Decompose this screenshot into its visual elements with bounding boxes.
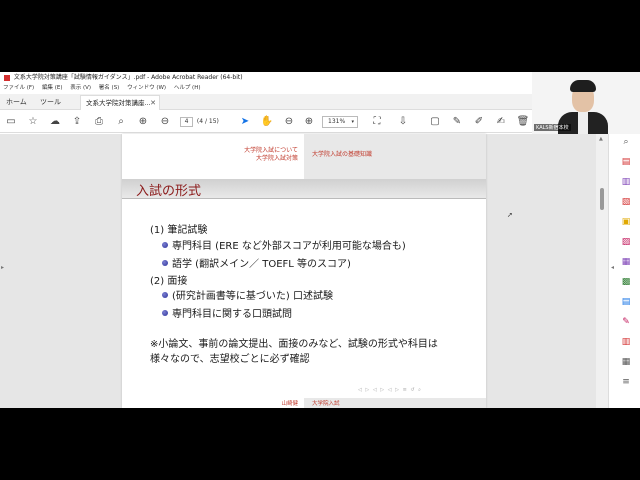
hand-tool-icon[interactable]: ✋ [260, 115, 274, 129]
zoom-select[interactable]: 131% ▾ [322, 116, 358, 128]
delete-icon[interactable]: 🗑 [516, 115, 530, 129]
note-line2: 様々なので、志望校ごとに必ず確認 [150, 354, 310, 365]
bullet-icon [162, 310, 168, 316]
item-language: 語学 (翻訳メイン／ TOEFL 等のスコア) [172, 259, 351, 270]
right-tools-panel: ◂ ⌕ ▤ ▥ ▧ ▣ ▨ ▦ ▩ ▤ ✎ ▥ ▦ ≡ [608, 134, 640, 408]
slide-header-right: 大学院入試の基礎知識 [304, 134, 486, 179]
slide-title: 入試の形式 [136, 184, 202, 199]
page-up-icon[interactable]: ⊕ [136, 115, 150, 129]
mouse-cursor-icon: ➚ [507, 211, 513, 219]
expand-left-icon[interactable]: ▸ [1, 264, 4, 271]
collapse-right-icon[interactable]: ◂ [611, 264, 614, 271]
item-oral-questions: 専門科目に関する口頭試問 [172, 309, 292, 320]
comment-icon[interactable]: ▢ [428, 115, 442, 129]
create-pdf-icon[interactable]: ▤ [620, 156, 632, 168]
menu-bar: ファイル (F) 編集 (E) 表示 (V) 署名 (S) ウィンドウ (W) … [0, 83, 532, 93]
tab-home[interactable]: ホーム [6, 94, 27, 110]
presenter-shirt [578, 112, 588, 134]
bullet-icon [162, 292, 168, 298]
fill-sign-icon[interactable]: ✎ [620, 316, 632, 328]
page-number-input[interactable]: 4 [180, 117, 193, 127]
tab-document-label: 文系大学院対策講座... [86, 99, 151, 107]
window-title-bar: 文系大学院対策講座「試験情報ガイダンス」.pdf - Adobe Acrobat… [0, 72, 532, 83]
scroll-mode-icon[interactable]: ⇩ [396, 115, 410, 129]
bullet-icon [162, 242, 168, 248]
left-panel-toggle[interactable]: ▸ [0, 134, 10, 408]
acrobat-app-icon [4, 74, 10, 81]
zoom-in-icon[interactable]: ⊕ [302, 115, 316, 129]
item-oral-exam: (研究計画書等に基づいた) 口述試験 [172, 291, 333, 302]
menu-help[interactable]: ヘルプ (H) [174, 85, 201, 91]
slide-footer-left: 山崎健 [122, 398, 304, 408]
page-indicator: 4 (4 / 15) [180, 116, 220, 128]
upload-cloud-icon[interactable]: ☁ [48, 115, 62, 129]
video-frame: 文系大学院対策講座「試験情報ガイダンス」.pdf - Adobe Acrobat… [0, 0, 640, 480]
menu-edit[interactable]: 編集 (E) [42, 85, 63, 91]
presenter-hair [570, 80, 596, 92]
webcam-overlay: KALS新宿本校 [532, 72, 640, 134]
slide-footer-right: 大学院入試 [304, 398, 486, 408]
protect-icon[interactable]: ▤ [620, 296, 632, 308]
menu-sign[interactable]: 署名 (S) [99, 85, 120, 91]
more-tools-icon[interactable]: ▦ [620, 356, 632, 368]
export-pdf-icon[interactable]: ▧ [620, 196, 632, 208]
tab-tools[interactable]: ツール [40, 94, 61, 110]
slide-title-bar: 入試の形式 [122, 179, 486, 199]
footer-section: 大学院入試 [312, 401, 340, 407]
header-left-line2: 大学院入試対策 [255, 155, 298, 162]
tab-document[interactable]: 文系大学院対策講座... ✕ [80, 95, 160, 110]
menu-file[interactable]: ファイル (F) [3, 85, 34, 91]
slide-body: (1) 筆記試験 専門科目 (ERE など外部スコアが利用可能な場合も) 語学 … [122, 199, 486, 389]
edit-pdf-icon[interactable]: ▨ [620, 236, 632, 248]
close-tab-icon[interactable]: ✕ [150, 96, 156, 110]
zoom-search-icon[interactable]: ⌕ [620, 136, 632, 148]
zoom-value: 131% [328, 118, 346, 125]
organize-pages-icon[interactable]: ▦ [620, 256, 632, 268]
search-icon[interactable]: ⌕ [114, 115, 128, 129]
item-written-exam: (1) 筆記試験 [150, 225, 208, 236]
sign-icon[interactable]: ✍ [494, 115, 508, 129]
select-cursor-icon[interactable]: ➤ [238, 115, 252, 129]
webcam-label: KALS新宿本校 [534, 124, 571, 131]
save-icon[interactable]: ▭ [4, 115, 18, 129]
redact-icon[interactable]: ▥ [620, 336, 632, 348]
zoom-out-icon[interactable]: ⊖ [282, 115, 296, 129]
bookmark-star-icon[interactable]: ☆ [26, 115, 40, 129]
fit-page-icon[interactable]: ⛶ [370, 115, 384, 129]
header-right-text: 大学院入試の基礎知識 [312, 151, 373, 158]
pdf-page: 大学院入試について 大学院入試対策 大学院入試の基礎知識 入試の形式 (1) 筆… [122, 134, 486, 408]
tools-menu-icon[interactable]: ≡ [620, 376, 632, 388]
scrollbar-thumb[interactable] [600, 188, 604, 210]
vertical-scrollbar[interactable]: ▲ [596, 134, 608, 408]
combine-files-icon[interactable]: ▥ [620, 176, 632, 188]
slide-header-left: 大学院入試について 大学院入試対策 [122, 134, 304, 179]
document-viewport: ▸ 大学院入試について 大学院入試対策 大学院入試の基礎知識 入試の形式 (1)… [0, 134, 640, 408]
note-line1: ※小論文、事前の論文提出、面接のみなど、試験の形式や科目は [150, 339, 438, 350]
menu-view[interactable]: 表示 (V) [70, 85, 91, 91]
chevron-down-icon: ▾ [351, 119, 354, 125]
footer-author: 山崎健 [281, 401, 298, 407]
page-down-icon[interactable]: ⊖ [158, 115, 172, 129]
window-title: 文系大学院対策講座「試験情報ガイダンス」.pdf - Adobe Acrobat… [13, 74, 243, 81]
share-icon[interactable]: ⇪ [70, 115, 84, 129]
bullet-icon [162, 260, 168, 266]
menu-window[interactable]: ウィンドウ (W) [127, 85, 166, 91]
item-interview: (2) 面接 [150, 276, 188, 287]
page-total: (4 / 15) [196, 118, 219, 125]
draw-icon[interactable]: ✐ [472, 115, 486, 129]
scroll-up-icon[interactable]: ▲ [599, 136, 603, 142]
scan-ocr-icon[interactable]: ▩ [620, 276, 632, 288]
beamer-nav-icons[interactable]: ◁ ▷ ◁ ▷ ◁ ▷ ≡ ↺ ⌕ [358, 387, 422, 393]
item-specialized-subject: 専門科目 (ERE など外部スコアが利用可能な場合も) [172, 241, 406, 252]
print-icon[interactable]: ⎙ [92, 115, 106, 129]
highlight-pen-icon[interactable]: ✎ [450, 115, 464, 129]
comment-tool-icon[interactable]: ▣ [620, 216, 632, 228]
